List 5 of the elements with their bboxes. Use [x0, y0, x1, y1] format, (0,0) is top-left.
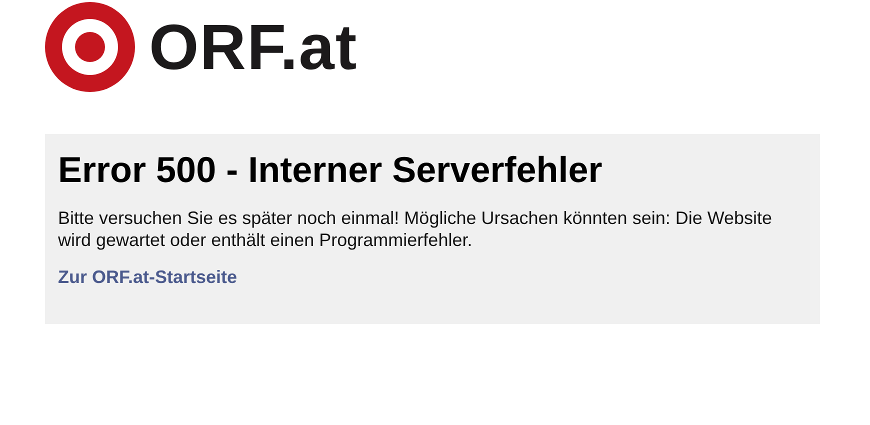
logo-target-icon: [45, 2, 135, 92]
logo-text: ORF.at: [149, 15, 358, 79]
error-title: Error 500 - Interner Serverfehler: [58, 148, 604, 192]
home-link[interactable]: Zur ORF.at-Startseite: [58, 267, 238, 288]
error-message: Bitte versuchen Sie es später noch einmal! Mögliche Ursachen könnten sein: Die Website wird gewartet oder enthält einen Programmierfehler.: [58, 207, 774, 252]
